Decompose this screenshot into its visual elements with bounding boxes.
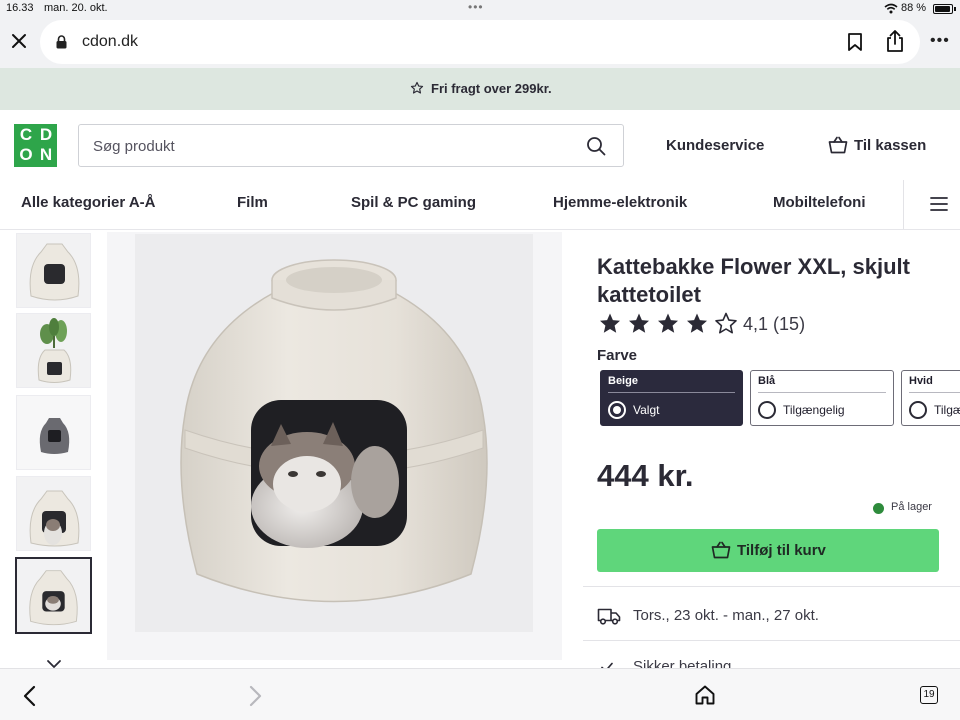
star-filled-icon [600, 313, 620, 333]
review-count: (15) [773, 314, 806, 334]
star-outline-icon [715, 312, 737, 334]
add-to-cart-label: Tilføj til kurv [737, 542, 826, 559]
color-option-white[interactable]: Hvid Tilgængelig [901, 370, 960, 426]
browser-toolbar: cdon.dk ••• [0, 18, 960, 68]
thumbnail-4[interactable] [16, 476, 91, 551]
hamburger-menu-icon[interactable] [930, 196, 948, 217]
address-bar[interactable]: cdon.dk [40, 20, 920, 64]
promo-text: Fri fragt over 299kr. [431, 81, 552, 96]
divider [583, 640, 960, 641]
color-option-blue[interactable]: Blå Tilgængelig [750, 370, 894, 426]
nav-item-film[interactable]: Film [237, 194, 268, 211]
forward-arrow-icon[interactable] [247, 685, 263, 712]
nav-item-home-electronics[interactable]: Hjemme-elektronik [553, 194, 687, 211]
thumbnail-1[interactable] [16, 233, 91, 308]
color-option-name: Blå [758, 375, 776, 387]
bookmark-icon[interactable] [846, 32, 864, 57]
checkout-label: Til kassen [854, 137, 927, 154]
radio-icon [758, 401, 776, 419]
color-option-status: Tilgængelig [934, 403, 960, 417]
nav-item-gaming[interactable]: Spil & PC gaming [351, 194, 476, 211]
product-main-image[interactable] [135, 234, 533, 632]
delivery-dates: Tors., 23 okt. - man., 27 okt. [633, 607, 819, 624]
thumbnail-5-selected[interactable] [15, 557, 92, 634]
rating-value: 4,1 (15) [743, 314, 805, 335]
promo-banner: Fri fragt over 299kr. [0, 68, 960, 110]
color-label: Farve [597, 347, 638, 364]
divider [758, 392, 886, 393]
url-text: cdon.dk [82, 33, 139, 50]
battery-icon [933, 4, 953, 14]
divider [608, 392, 735, 393]
color-option-status: Valgt [633, 403, 660, 417]
status-time: 16.33 [6, 2, 34, 14]
thumbnail-2[interactable] [16, 313, 91, 388]
logo-letter: N [39, 145, 53, 164]
truck-icon [597, 606, 621, 631]
divider [909, 392, 960, 393]
logo-letter: O [19, 145, 33, 164]
category-nav: Alle kategorier A-Å Film Spil & PC gamin… [0, 180, 960, 230]
status-date: man. 20. okt. [44, 2, 108, 14]
divider [583, 586, 960, 587]
color-option-name: Beige [608, 375, 638, 387]
nav-divider [903, 180, 904, 229]
logo-letter: D [39, 125, 53, 144]
thumbnail-3[interactable] [16, 395, 91, 470]
battery-percent: 88 % [901, 2, 927, 14]
cdon-logo[interactable]: C D O N [14, 124, 57, 167]
logo-letter: C [19, 125, 33, 144]
in-stock-dot-icon [873, 503, 884, 514]
color-option-beige[interactable]: Beige Valgt [600, 370, 743, 426]
battery-tip [954, 7, 956, 11]
color-option-status: Tilgængelig [783, 403, 845, 417]
back-arrow-icon[interactable] [22, 685, 38, 712]
nav-item-all-categories[interactable]: Alle kategorier A-Å [21, 194, 155, 211]
rating-number: 4,1 [743, 314, 769, 334]
nav-item-mobile[interactable]: Mobiltelefoni [773, 194, 866, 211]
star-filled-icon [687, 313, 707, 333]
basket-icon [828, 136, 848, 159]
search-box [78, 124, 624, 167]
color-option-name: Hvid [909, 375, 933, 387]
stock-label: På lager [891, 501, 932, 513]
home-icon[interactable] [694, 684, 716, 711]
radio-selected-icon [608, 401, 626, 419]
search-input[interactable] [93, 135, 563, 157]
star-outline-icon [410, 81, 424, 100]
radio-icon [909, 401, 927, 419]
add-to-cart-button[interactable]: Tilføj til kurv [597, 529, 939, 572]
customer-service-link[interactable]: Kundeservice [666, 137, 764, 154]
tabs-count-icon[interactable]: 19 [920, 686, 938, 704]
wifi-icon [884, 3, 898, 17]
product-price: 444 kr. [597, 458, 694, 493]
product-title: Kattebakke Flower XXL, skjult kattetoile… [597, 254, 910, 307]
basket-icon [711, 541, 731, 562]
browser-bottom-toolbar: 19 [0, 668, 960, 720]
rating-stars [598, 312, 738, 341]
status-bar: 16.33 man. 20. okt. ••• 88 % [0, 0, 960, 18]
multitasking-dots[interactable]: ••• [468, 0, 484, 14]
star-filled-icon [658, 313, 678, 333]
lock-icon [56, 35, 67, 54]
search-icon[interactable] [586, 136, 606, 161]
share-icon[interactable] [884, 29, 906, 58]
star-filled-icon [629, 313, 649, 333]
close-icon[interactable] [10, 32, 30, 52]
more-options-icon[interactable]: ••• [930, 32, 950, 50]
